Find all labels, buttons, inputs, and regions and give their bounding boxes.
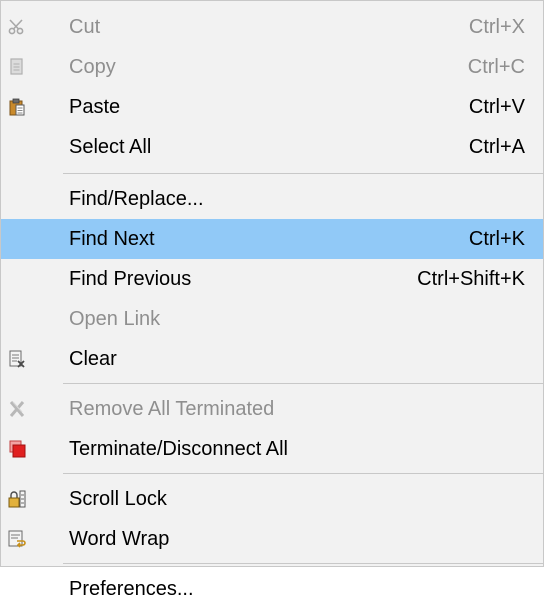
menu-item-label: Open Link	[69, 308, 161, 330]
menu-item-select-all[interactable]: Select All Ctrl+A	[1, 127, 543, 167]
menu-item-terminate-disconnect-all[interactable]: Terminate/Disconnect All	[1, 429, 543, 469]
menu-item-find-previous[interactable]: Find Previous Ctrl+Shift+K	[1, 259, 543, 299]
clear-console-icon	[7, 349, 27, 369]
menu-item-copy[interactable]: Copy Ctrl+C	[1, 47, 543, 87]
word-wrap-icon	[7, 529, 27, 549]
paste-icon	[7, 97, 27, 117]
remove-all-terminated-icon	[7, 399, 27, 419]
menu-item-shortcut: Ctrl+K	[468, 228, 525, 250]
scissors-icon	[7, 17, 27, 37]
menu-separator	[1, 379, 543, 389]
menu-item-label: Terminate/Disconnect All	[69, 438, 288, 460]
menu-item-label: Cut	[69, 16, 101, 38]
menu-item-label: Scroll Lock	[69, 488, 167, 510]
menu-item-shortcut: Ctrl+Shift+K	[417, 268, 525, 290]
menu-item-word-wrap[interactable]: Word Wrap	[1, 519, 543, 559]
menu-item-label: Preferences...	[69, 578, 194, 600]
menu-item-paste[interactable]: Paste Ctrl+V	[1, 87, 543, 127]
menu-item-remove-all-terminated[interactable]: Remove All Terminated	[1, 389, 543, 429]
menu-item-label: Paste	[69, 96, 121, 118]
menu-separator	[1, 167, 543, 179]
menu-item-label: Copy	[69, 56, 116, 78]
menu-item-preferences[interactable]: Preferences...	[1, 569, 543, 609]
menu-item-find-next[interactable]: Find Next Ctrl+K	[1, 219, 543, 259]
menu-item-label: Remove All Terminated	[69, 398, 275, 420]
menu-item-find-replace[interactable]: Find/Replace...	[1, 179, 543, 219]
terminate-icon	[7, 439, 27, 459]
menu-separator	[1, 469, 543, 479]
menu-item-scroll-lock[interactable]: Scroll Lock	[1, 479, 543, 519]
menu-item-label: Find/Replace...	[69, 188, 204, 210]
menu-item-shortcut: Ctrl+C	[467, 56, 525, 78]
copy-icon	[7, 57, 27, 77]
context-menu: Cut Ctrl+X Copy Ctrl+C Paste Ctrl+V Sele…	[0, 0, 544, 600]
menu-item-open-link[interactable]: Open Link	[1, 299, 543, 339]
menu-item-shortcut: Ctrl+X	[468, 16, 525, 38]
menu-item-label: Clear	[69, 348, 117, 370]
menu-item-label: Select All	[69, 136, 152, 158]
menu-item-label: Find Previous	[69, 268, 192, 290]
menu-item-clear[interactable]: Clear	[1, 339, 543, 379]
menu-item-cut[interactable]: Cut Ctrl+X	[1, 7, 543, 47]
menu-items: Cut Ctrl+X Copy Ctrl+C Paste Ctrl+V Sele…	[1, 7, 543, 609]
scroll-lock-icon	[7, 489, 27, 509]
menu-item-shortcut: Ctrl+A	[468, 136, 525, 158]
menu-item-shortcut: Ctrl+V	[468, 96, 525, 118]
menu-separator	[1, 559, 543, 569]
menu-item-label: Word Wrap	[69, 528, 170, 550]
menu-item-label: Find Next	[69, 228, 155, 250]
